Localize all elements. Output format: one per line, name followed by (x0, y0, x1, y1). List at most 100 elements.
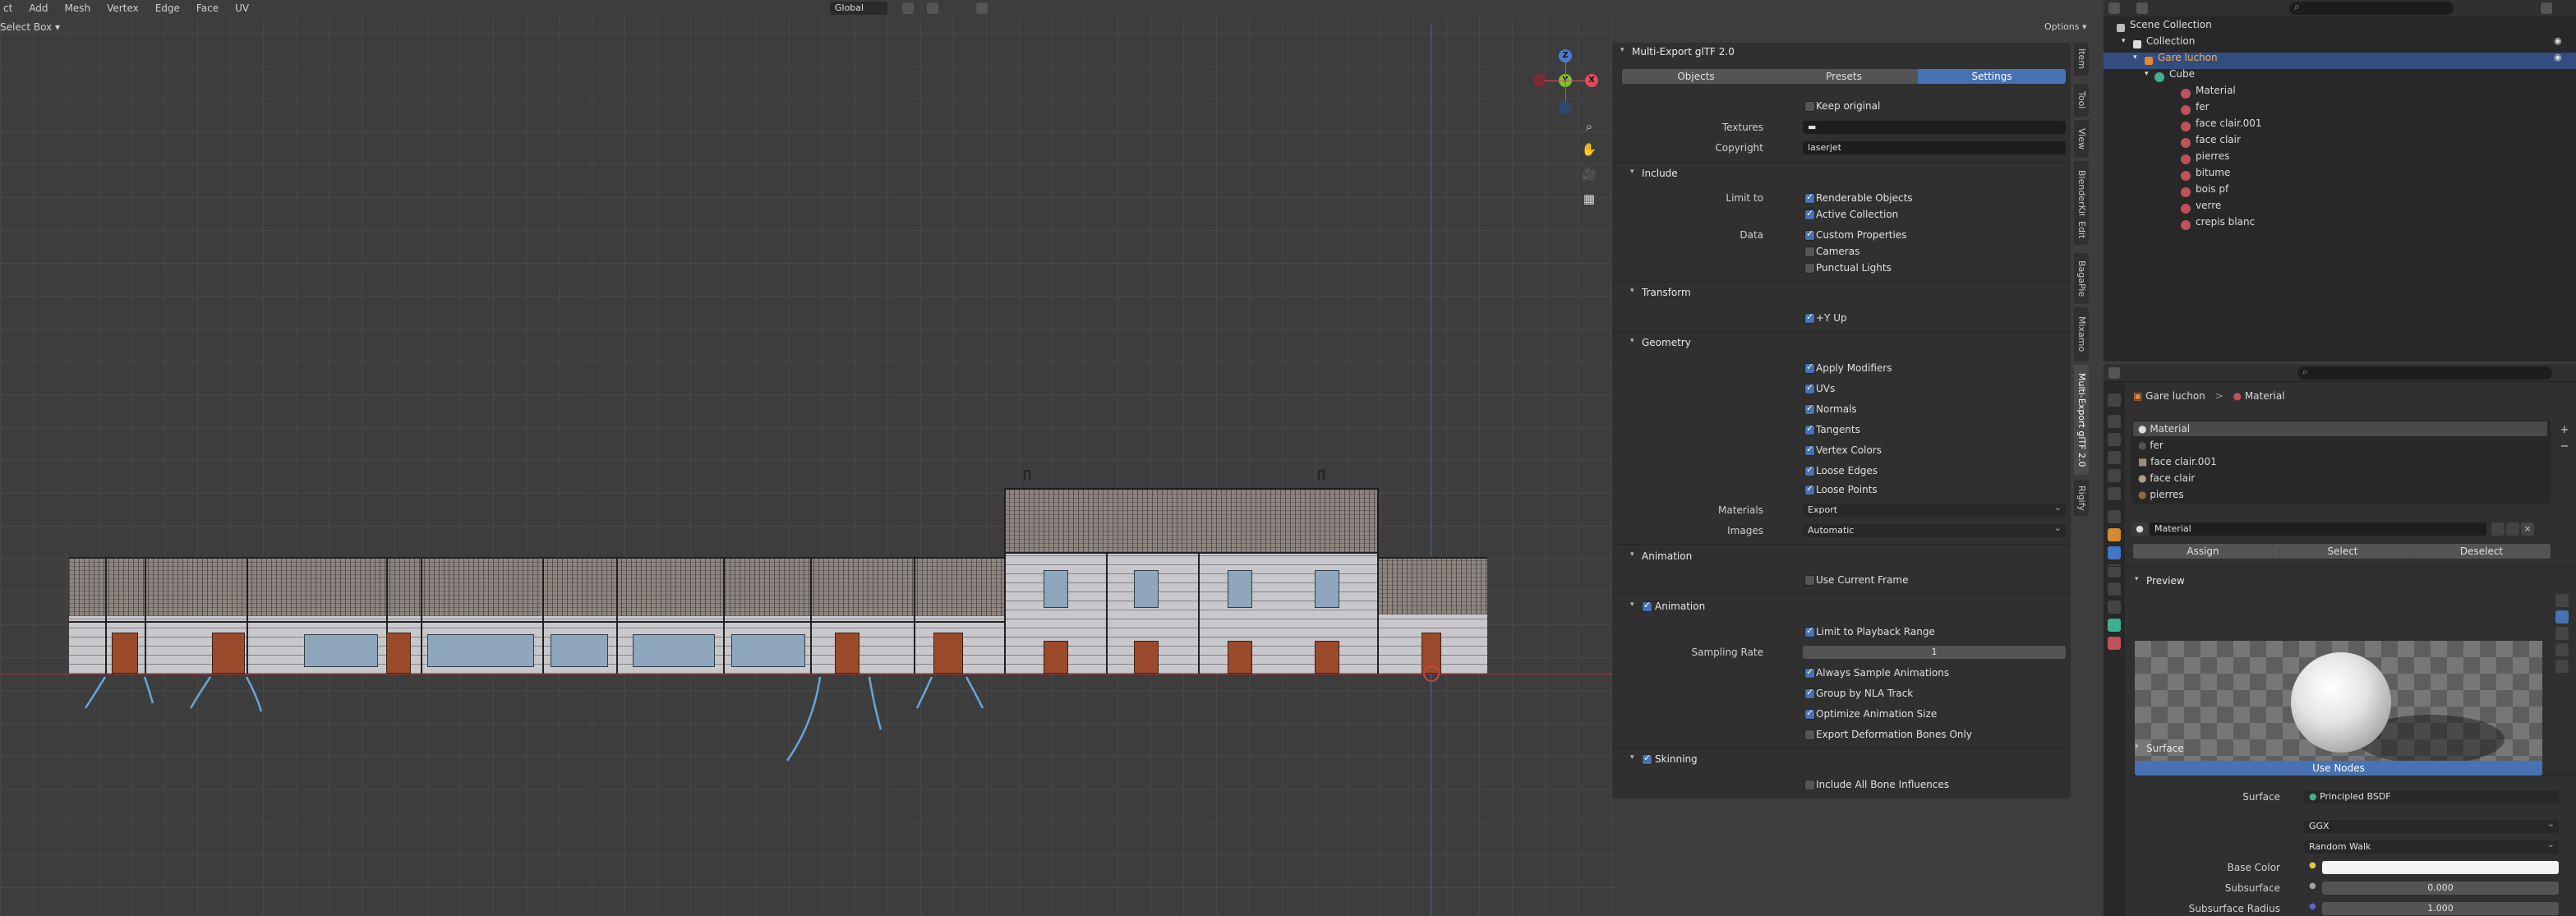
tab-mixamo[interactable]: Mixamo (2074, 307, 2089, 361)
visibility-icon[interactable]: ◉ (2554, 33, 2562, 49)
skinning-enable-checkbox[interactable] (1642, 753, 1652, 765)
y-up-checkbox[interactable] (1804, 311, 1815, 324)
transform-collapse-icon[interactable]: ▾ (1630, 287, 1634, 295)
preview-collapse-icon[interactable]: ▾ (2135, 575, 2139, 583)
textures-path-field[interactable]: ▬ (1803, 121, 2066, 134)
material-slot[interactable]: ● Material (2133, 421, 2547, 436)
geometry-collapse-icon[interactable]: ▾ (1630, 337, 1634, 345)
editor-type-icon[interactable] (2108, 2, 2120, 14)
animation-sub-collapse-icon[interactable]: ▾ (1630, 601, 1634, 609)
tab-rigify[interactable]: Rigify (2074, 480, 2089, 516)
outliner-search-input[interactable]: ⌕ (2289, 1, 2454, 15)
animation-sub-header[interactable]: Animation (1655, 601, 1705, 612)
material-slot[interactable]: ■ face clair.001 (2133, 454, 2547, 469)
fake-user-icon[interactable] (2491, 522, 2505, 536)
expand-icon[interactable]: ▾ (2145, 66, 2149, 82)
skinning-collapse-icon[interactable]: ▾ (1630, 753, 1634, 762)
apply-modifiers-checkbox[interactable] (1804, 361, 1815, 374)
use-nodes-button[interactable]: Use Nodes (2135, 761, 2542, 776)
filter-icon[interactable] (2541, 2, 2552, 14)
browse-material-icon[interactable]: ● (2131, 522, 2148, 536)
preview-header[interactable]: Preview (2146, 575, 2185, 587)
loose-edges-checkbox[interactable] (1804, 464, 1815, 476)
unlink-icon[interactable]: × (2521, 522, 2534, 536)
loose-points-checkbox[interactable] (1804, 483, 1815, 495)
outliner-material-row[interactable]: pierres (2104, 150, 2576, 168)
surface-header[interactable]: Surface (2146, 743, 2184, 754)
optimize-size-checkbox[interactable] (1804, 707, 1815, 720)
data-tab-icon[interactable] (2108, 619, 2121, 632)
remove-slot-icon[interactable]: − (2559, 441, 2570, 453)
tab-objects[interactable]: Objects (1622, 69, 1770, 84)
include-collapse-icon[interactable]: ▾ (1630, 168, 1634, 176)
animation-header[interactable]: Animation (1642, 550, 1692, 562)
assign-button[interactable]: Assign (2133, 544, 2273, 559)
options-dropdown[interactable]: Options ▾ (2044, 21, 2086, 32)
subsurface-field[interactable]: 0.000 (2322, 881, 2559, 895)
tab-view[interactable]: View (2074, 120, 2089, 158)
editor-type-icon[interactable] (2108, 367, 2120, 379)
transform-header[interactable]: Transform (1642, 287, 1691, 298)
tab-multi-export[interactable]: Multi-Export glTF 2.0 (2074, 365, 2089, 475)
properties-search-input[interactable]: ⌕ (2297, 366, 2552, 380)
deselect-button[interactable]: Deselect (2412, 544, 2551, 559)
socket-icon[interactable]: ● (2309, 881, 2316, 891)
outliner-material-row[interactable]: verre (2104, 200, 2576, 217)
surface-shader-field[interactable]: ● Principled BSDF (2304, 790, 2559, 803)
preview-hair-icon[interactable] (2555, 643, 2569, 656)
surface-collapse-icon[interactable]: ▾ (2135, 743, 2139, 751)
tool-tab-icon[interactable] (2108, 394, 2121, 407)
outliner-material-row[interactable]: face clair.001 (2104, 117, 2576, 135)
outliner-row-mesh[interactable]: ▾ Cube (2104, 66, 2576, 85)
material-slot[interactable]: ● face clair (2133, 471, 2547, 486)
constraints-tab-icon[interactable] (2108, 601, 2121, 614)
always-sample-checkbox[interactable] (1804, 666, 1815, 679)
visibility-icon[interactable]: ◉ (2554, 49, 2562, 66)
output-tab-icon[interactable] (2108, 433, 2121, 446)
material-name-field[interactable]: Material (2150, 522, 2486, 536)
active-collection-checkbox[interactable] (1804, 208, 1815, 220)
subsurface-radius-field[interactable]: 1.000 (2322, 902, 2559, 915)
animation-collapse-icon[interactable]: ▾ (1630, 550, 1634, 559)
expand-icon[interactable]: ▾ (2133, 49, 2137, 66)
animation-enable-checkbox[interactable] (1642, 600, 1652, 612)
material-tab-icon[interactable] (2108, 637, 2121, 650)
preview-cube-icon[interactable] (2555, 627, 2569, 640)
preview-sphere-icon[interactable] (2555, 610, 2569, 624)
tab-presets[interactable]: Presets (1770, 69, 1918, 84)
vertex-colors-checkbox[interactable] (1804, 444, 1815, 456)
object-tab-icon[interactable] (2108, 528, 2121, 541)
skinning-header[interactable]: Skinning (1655, 753, 1698, 765)
tangents-checkbox[interactable] (1804, 423, 1815, 435)
include-header[interactable]: Include (1642, 168, 1678, 179)
view-layer-tab-icon[interactable] (2108, 451, 2121, 464)
copyright-field[interactable]: laserjet (1803, 141, 2066, 154)
duplicate-icon[interactable] (2506, 522, 2519, 536)
outliner-material-row[interactable]: bois pf (2104, 183, 2576, 200)
outliner-material-row[interactable]: Material (2104, 85, 2576, 102)
scene-tab-icon[interactable] (2108, 469, 2121, 482)
punctual-lights-checkbox[interactable] (1804, 263, 1815, 274)
physics-tab-icon[interactable] (2108, 582, 2121, 596)
sampling-rate-field[interactable]: 1 (1803, 646, 2066, 659)
outliner-material-row[interactable]: fer (2104, 101, 2576, 118)
include-bone-checkbox[interactable] (1804, 780, 1815, 790)
material-slot[interactable]: ● pierres (2133, 487, 2547, 502)
base-color-swatch[interactable] (2322, 861, 2559, 874)
world-tab-icon[interactable] (2108, 487, 2121, 500)
distribution-dropdown[interactable]: GGX (2304, 817, 2559, 833)
normals-checkbox[interactable] (1804, 403, 1815, 415)
select-button[interactable]: Select (2273, 544, 2412, 559)
images-dropdown[interactable]: Automatic (1803, 522, 2066, 537)
add-slot-icon[interactable]: + (2559, 425, 2570, 436)
outliner-material-row[interactable]: bitume (2104, 167, 2576, 184)
subsurface-method-dropdown[interactable]: Random Walk (2304, 838, 2559, 854)
preview-type-icon[interactable] (2555, 594, 2569, 607)
tab-edit[interactable]: Edit (2074, 215, 2089, 245)
use-current-frame-checkbox[interactable] (1804, 575, 1815, 586)
outliner-material-row[interactable]: crepis blanc (2104, 216, 2576, 233)
render-tab-icon[interactable] (2108, 415, 2121, 428)
tab-item[interactable]: Item (2074, 43, 2089, 76)
keep-original-checkbox[interactable] (1804, 101, 1815, 112)
outliner-material-row[interactable]: face clair (2104, 134, 2576, 151)
